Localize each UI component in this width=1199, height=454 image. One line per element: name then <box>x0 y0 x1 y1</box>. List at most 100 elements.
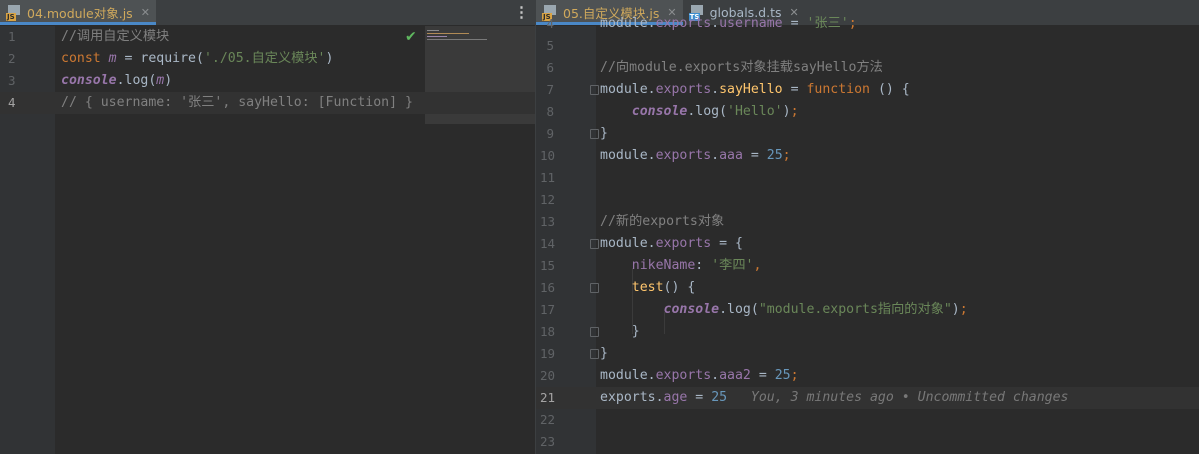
line-number: 17 <box>540 302 556 317</box>
code-token: function <box>806 82 870 97</box>
code-line[interactable]: 20 module.exports.aaa2 = 25; <box>536 365 1199 387</box>
code-text: module.exports.username = '张三'; <box>600 13 857 35</box>
more-options-icon[interactable]: ⋮ <box>514 5 529 20</box>
js-file-icon: JS <box>6 4 22 21</box>
code-text: // { username: '张三', sayHello: [Function… <box>61 92 413 114</box>
code-text: module.exports.aaa2 = 25; <box>600 365 799 387</box>
fold-marker-icon[interactable] <box>590 239 599 249</box>
code-token: exports <box>655 236 712 251</box>
code-token: .log( <box>719 302 759 317</box>
line-number: 22 <box>540 412 556 427</box>
code-text: console.log("module.exports指向的对象"); <box>600 299 968 321</box>
code-token: ; <box>959 302 968 317</box>
code-token: exports <box>655 16 712 31</box>
left-code-editor[interactable]: ✔ 1//调用自定义模块 2 const m = require('./05.自定义… <box>0 26 535 454</box>
code-token: ; <box>790 368 799 383</box>
fold-marker-icon[interactable] <box>590 327 599 337</box>
code-line[interactable]: 12 <box>536 189 1199 211</box>
code-token: module. <box>600 82 656 97</box>
line-number: 4 <box>546 16 554 31</box>
code-token: module. <box>600 148 656 163</box>
code-text: const m = require('./05.自定义模块') <box>61 48 333 70</box>
code-line[interactable]: 10 module.exports.aaa = 25; <box>536 145 1199 167</box>
code-token: exports <box>655 82 712 97</box>
left-editor-pane: JS 04.module对象.js ✕ ⋮ ✔ 1//调用自定义模块 2 const… <box>0 0 535 454</box>
code-token: , <box>753 258 762 273</box>
code-token: 25 <box>766 148 783 163</box>
line-number: 18 <box>540 324 556 339</box>
fold-marker-icon[interactable] <box>590 349 599 359</box>
fold-marker-icon[interactable] <box>590 283 599 293</box>
code-token: } <box>600 324 640 339</box>
code-line[interactable]: 4 module.exports.username = '张三'; <box>536 13 1199 35</box>
code-text: //新的exports对象 <box>600 211 724 233</box>
code-line[interactable]: 4 // { username: '张三', sayHello: [Functio… <box>0 92 535 114</box>
code-text: exports.age = 25 You, 3 minutes ago • Un… <box>600 387 1068 409</box>
code-line[interactable]: 21 exports.age = 25 You, 3 minutes ago • … <box>536 387 1199 409</box>
code-line[interactable]: 14 module.exports = { <box>536 233 1199 255</box>
code-token: : <box>695 258 712 273</box>
code-token: 25 <box>711 390 728 405</box>
code-token: '张三' <box>806 16 849 31</box>
code-token: } <box>600 126 608 141</box>
code-token: // { username: '张三', sayHello: [Function… <box>61 95 413 110</box>
code-token: './05.自定义模块' <box>203 51 326 66</box>
ide-window: JS 04.module对象.js ✕ ⋮ ✔ 1//调用自定义模块 2 const… <box>0 0 1199 454</box>
close-tab-icon[interactable]: ✕ <box>141 6 150 19</box>
code-token: . <box>711 368 720 383</box>
line-number: 6 <box>546 60 554 75</box>
code-line[interactable]: 1 //调用自定义模块 <box>0 26 535 48</box>
code-line[interactable]: 13 //新的exports对象 <box>536 211 1199 233</box>
code-token: sayHello <box>719 82 783 97</box>
code-text: test() { <box>600 277 696 299</box>
right-code-editor[interactable]: 4 module.exports.username = '张三'; 5 6 //向mod… <box>536 16 1199 454</box>
code-text: module.exports.sayHello = function () { <box>600 79 910 101</box>
code-token: ; <box>848 16 857 31</box>
code-line[interactable]: 2 const m = require('./05.自定义模块') <box>0 48 535 70</box>
code-line[interactable]: 17 console.log("module.exports指向的对象"); <box>536 299 1199 321</box>
code-token: ; <box>782 148 791 163</box>
code-token: 25 <box>774 368 791 383</box>
code-line[interactable]: 15 nikeName: '李四', <box>536 255 1199 277</box>
code-token: . <box>711 82 720 97</box>
line-number: 11 <box>540 170 556 185</box>
code-token: ) <box>782 104 791 119</box>
code-line[interactable]: 7 module.exports.sayHello = function () { <box>536 79 1199 101</box>
code-line[interactable]: 11 <box>536 167 1199 189</box>
code-text: nikeName: '李四', <box>600 255 762 277</box>
code-line[interactable]: 6 //向module.exports对象挂载sayHello方法 <box>536 57 1199 79</box>
code-token: = <box>782 16 807 31</box>
code-token: () { <box>663 280 696 295</box>
line-number: 12 <box>540 192 556 207</box>
tab-module-js[interactable]: JS 04.module对象.js ✕ <box>0 0 156 25</box>
code-line[interactable]: 3 console.log(m) <box>0 70 535 92</box>
code-line[interactable]: 8 console.log('Hello'); <box>536 101 1199 123</box>
line-number: 19 <box>540 346 556 361</box>
code-token: () { <box>870 82 910 97</box>
code-text: console.log('Hello'); <box>600 101 799 123</box>
code-token: .log( <box>116 73 157 88</box>
code-text: //向module.exports对象挂载sayHello方法 <box>600 57 883 79</box>
code-text: module.exports = { <box>600 233 743 255</box>
code-line[interactable]: 19} <box>536 343 1199 365</box>
line-number: 15 <box>540 258 556 273</box>
code-line[interactable]: 5 <box>536 35 1199 57</box>
code-token: nikeName <box>631 258 696 273</box>
code-text: //调用自定义模块 <box>61 26 169 48</box>
line-number: 13 <box>540 214 556 229</box>
fold-marker-icon[interactable] <box>590 129 599 139</box>
code-text: } <box>600 343 608 365</box>
code-line[interactable]: 23 <box>536 431 1199 453</box>
code-line[interactable]: 22 <box>536 409 1199 431</box>
code-line[interactable]: 9} <box>536 123 1199 145</box>
code-line[interactable]: 18 } <box>536 321 1199 343</box>
code-token: exports <box>600 390 656 405</box>
fold-marker-icon[interactable] <box>590 85 599 95</box>
code-line[interactable]: 16 test() { <box>536 277 1199 299</box>
code-token: module. <box>600 16 656 31</box>
code-token: m <box>108 51 117 66</box>
